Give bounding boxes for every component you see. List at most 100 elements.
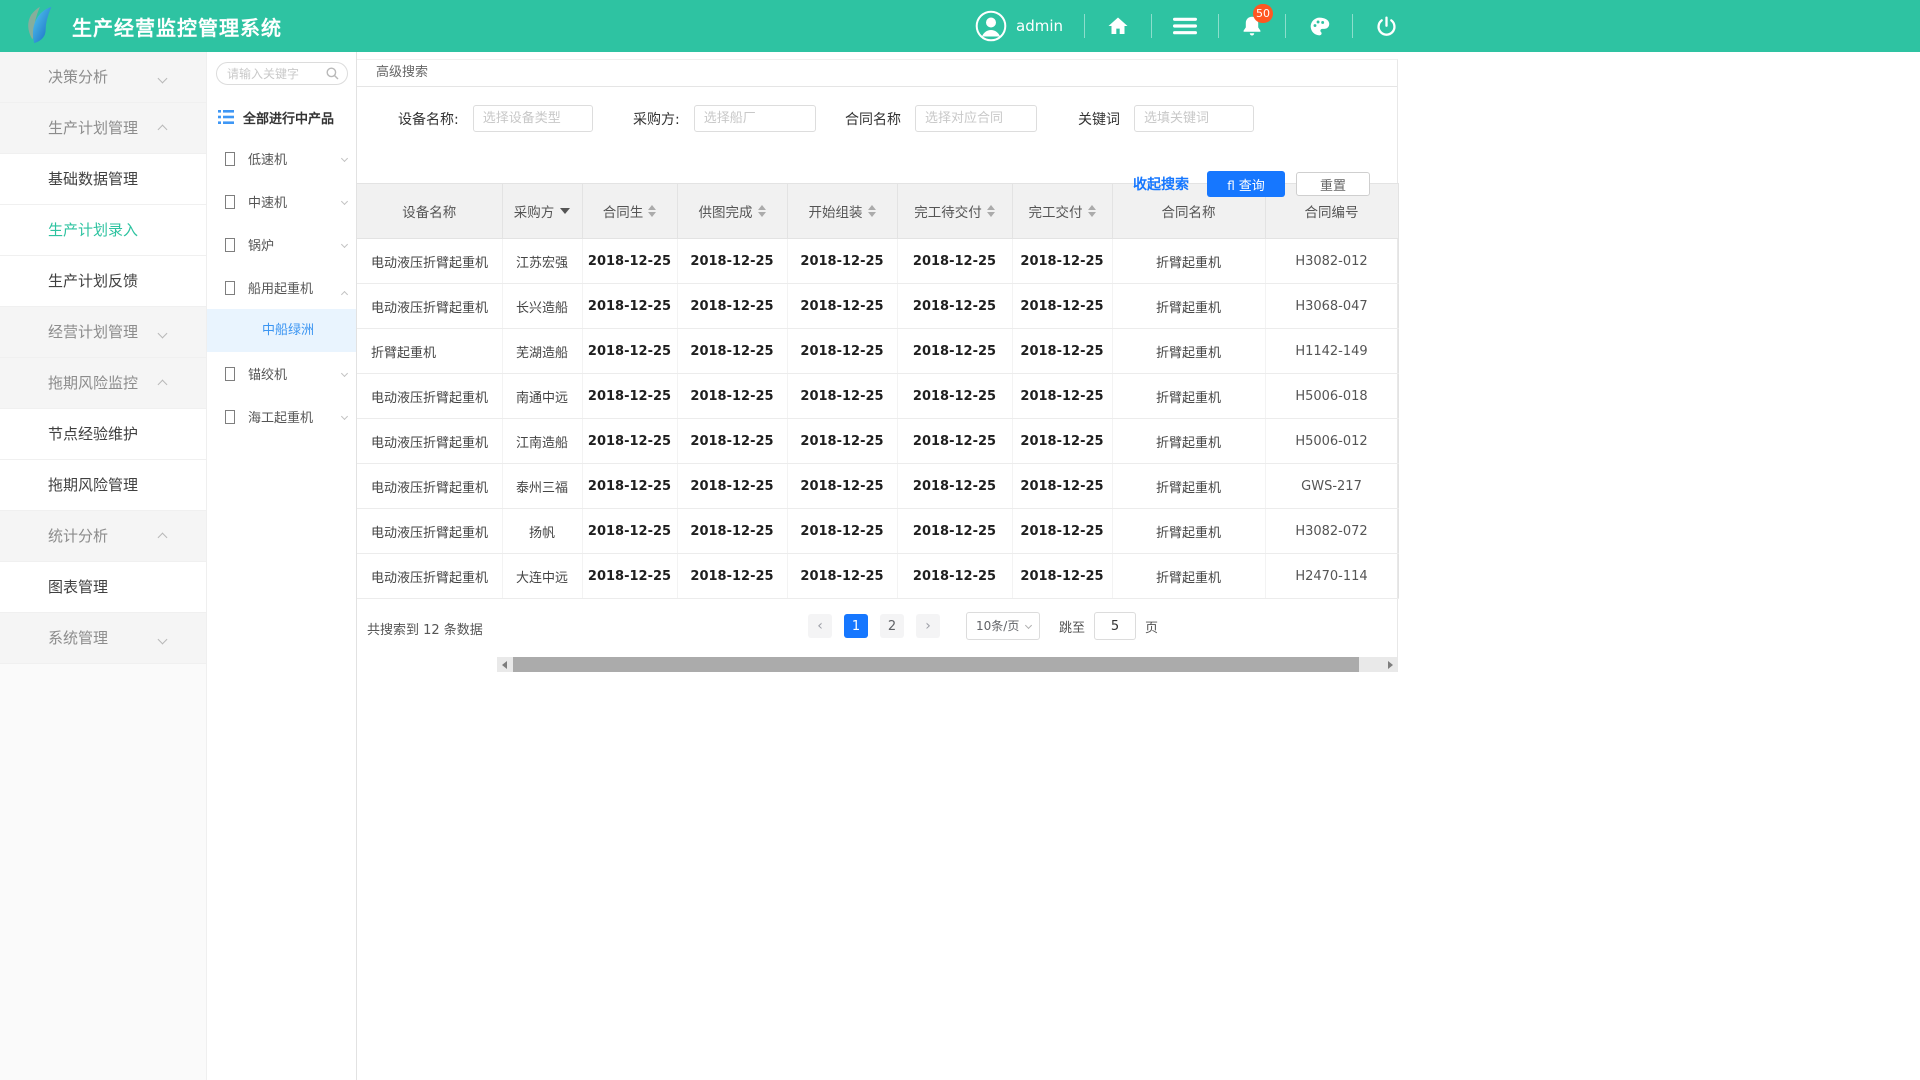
form-field-input-3[interactable]: [1134, 105, 1254, 132]
jump-page-input[interactable]: [1094, 612, 1136, 640]
cell: 电动液压折臂起重机: [357, 509, 502, 554]
sidebar-item-5[interactable]: 经营计划管理: [0, 307, 206, 358]
tab-bar: 高级搜索: [357, 60, 1397, 87]
form-field-3: 关键词: [1078, 105, 1254, 132]
page-button-1[interactable]: 1: [844, 614, 868, 638]
table-row[interactable]: 电动液压折臂起重机扬帆2018-12-252018-12-252018-12-2…: [357, 509, 1398, 554]
cell: 折臂起重机: [1112, 374, 1265, 419]
logout-power-icon[interactable]: [1374, 14, 1398, 38]
sidebar-item-11[interactable]: 系统管理: [0, 613, 206, 664]
cell: 2018-12-25: [677, 509, 787, 554]
cell: 2018-12-25: [582, 509, 677, 554]
cell: 2018-12-25: [897, 239, 1012, 284]
table-row[interactable]: 折臂起重机芜湖造船2018-12-252018-12-252018-12-252…: [357, 329, 1398, 374]
chevron-down-icon: [158, 635, 168, 645]
table-row[interactable]: 电动液压折臂起重机泰州三福2018-12-252018-12-252018-12…: [357, 464, 1398, 509]
tree-item-0[interactable]: 低速机: [207, 137, 356, 180]
sidebar-item-1[interactable]: 生产计划管理: [0, 103, 206, 154]
divider: [1218, 14, 1219, 38]
sort-down-icon: [1088, 212, 1096, 217]
next-page-button[interactable]: ›: [916, 614, 940, 638]
category-glyph-icon: [225, 238, 235, 252]
cell: 2018-12-25: [787, 329, 897, 374]
menu-icon[interactable]: [1173, 14, 1197, 38]
tree-item-label: 海工起重机: [248, 407, 313, 426]
query-button[interactable]: fl查询: [1207, 171, 1285, 197]
sort-down-icon: [648, 212, 656, 217]
chevron-down-icon: [341, 198, 348, 205]
search-icon: [326, 67, 339, 80]
theme-palette-icon[interactable]: [1307, 14, 1331, 38]
table-row[interactable]: 电动液压折臂起重机长兴造船2018-12-252018-12-252018-12…: [357, 284, 1398, 329]
sort-icon: [987, 205, 995, 217]
sidebar-item-0[interactable]: 决策分析: [0, 52, 206, 103]
horizontal-scrollbar[interactable]: [497, 657, 1397, 672]
cell: 2018-12-25: [1012, 419, 1112, 464]
tree-item-label: 低速机: [248, 149, 287, 168]
sidebar-item-9[interactable]: 统计分析: [0, 511, 206, 562]
tree-item-2[interactable]: 锅炉: [207, 223, 356, 266]
tree-root-node[interactable]: 全部进行中产品: [207, 97, 356, 137]
scroll-left-arrow[interactable]: [497, 657, 511, 672]
cell: 2018-12-25: [897, 464, 1012, 509]
table-row[interactable]: 电动液压折臂起重机江苏宏强2018-12-252018-12-252018-12…: [357, 239, 1398, 284]
column-label: 完工交付: [1029, 201, 1083, 221]
cell: 江苏宏强: [502, 239, 582, 284]
cell: 2018-12-25: [677, 374, 787, 419]
home-icon[interactable]: [1106, 14, 1130, 38]
chevron-down-icon: [158, 329, 168, 339]
collapse-search-link[interactable]: 收起搜索: [1133, 174, 1189, 194]
scrollbar-track[interactable]: [511, 657, 1383, 672]
form-field-input-2[interactable]: [915, 105, 1037, 132]
sidebar-item-4[interactable]: 生产计划反馈: [0, 256, 206, 307]
sidebar-item-8[interactable]: 拖期风险管理: [0, 460, 206, 511]
cell: 2018-12-25: [897, 374, 1012, 419]
tree-item-1[interactable]: 中速机: [207, 180, 356, 223]
list-icon: [218, 110, 234, 124]
scroll-right-arrow[interactable]: [1383, 657, 1397, 672]
cell: 江南造船: [502, 419, 582, 464]
scrollbar-thumb[interactable]: [513, 657, 1359, 672]
user-menu[interactable]: admin: [975, 10, 1063, 42]
cell: H3068-047: [1265, 284, 1398, 329]
cell: 2018-12-25: [1012, 509, 1112, 554]
sidebar-item-6[interactable]: 拖期风险监控: [0, 358, 206, 409]
sidebar-menu: 决策分析生产计划管理基础数据管理生产计划录入生产计划反馈经营计划管理拖期风险监控…: [0, 52, 207, 1080]
tree-item-label: 锚绞机: [248, 364, 287, 383]
table-row[interactable]: 电动液压折臂起重机大连中远2018-12-252018-12-252018-12…: [357, 554, 1398, 599]
tree-item-4[interactable]: 锚绞机: [207, 352, 356, 395]
sidebar-item-7[interactable]: 节点经验维护: [0, 409, 206, 460]
tree-child-item[interactable]: 中船绿洲: [207, 309, 356, 352]
form-field-input-1[interactable]: [694, 105, 816, 132]
page-size-select[interactable]: 10条/页: [966, 612, 1040, 640]
sidebar-item-10[interactable]: 图表管理: [0, 562, 206, 613]
cell: H5006-018: [1265, 374, 1398, 419]
reset-button[interactable]: 重置: [1296, 172, 1370, 196]
column-label: 合同名称: [1162, 201, 1216, 221]
main-panel: 高级搜索 收起搜索 fl查询 重置 设备名称:采购方:合同名称关键词 设备名称采…: [357, 59, 1398, 672]
table-row[interactable]: 电动液压折臂起重机江南造船2018-12-252018-12-252018-12…: [357, 419, 1398, 464]
chevron-down-icon: [341, 370, 348, 377]
jump-to-label: 跳至: [1059, 617, 1085, 636]
page-button-2[interactable]: 2: [880, 614, 904, 638]
tab-advanced-search[interactable]: 高级搜索: [376, 65, 428, 80]
cell: 电动液压折臂起重机: [357, 419, 502, 464]
cell: 2018-12-25: [897, 329, 1012, 374]
table-row[interactable]: 电动液压折臂起重机南通中远2018-12-252018-12-252018-12…: [357, 374, 1398, 419]
tree-item-3[interactable]: 船用起重机: [207, 266, 356, 309]
form-field-input-0[interactable]: [473, 105, 593, 132]
prev-page-button[interactable]: ‹: [808, 614, 832, 638]
form-field-label: 设备名称:: [398, 109, 459, 129]
sort-icon: [868, 205, 876, 217]
cell: 2018-12-25: [897, 419, 1012, 464]
sort-down-icon: [868, 212, 876, 217]
app-title: 生产经营监控管理系统: [72, 12, 282, 41]
tree-items: 低速机中速机锅炉船用起重机中船绿洲锚绞机海工起重机: [207, 137, 356, 438]
sidebar-item-label: 统计分析: [48, 527, 108, 545]
notifications-bell-icon[interactable]: 50: [1240, 14, 1264, 38]
form-field-0: 设备名称:: [398, 105, 593, 132]
tree-item-5[interactable]: 海工起重机: [207, 395, 356, 438]
sidebar-item-3[interactable]: 生产计划录入: [0, 205, 206, 256]
advanced-search-form: 收起搜索 fl查询 重置 设备名称:采购方:合同名称关键词: [357, 87, 1397, 183]
sidebar-item-2[interactable]: 基础数据管理: [0, 154, 206, 205]
